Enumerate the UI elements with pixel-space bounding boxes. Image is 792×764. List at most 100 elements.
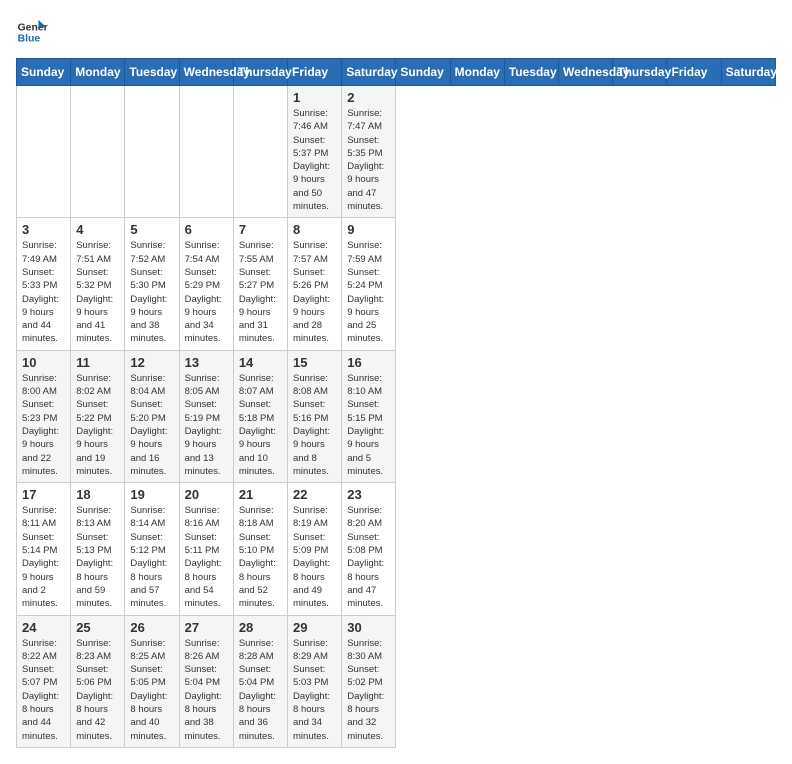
day-number: 25: [76, 620, 119, 635]
day-info: Sunrise: 8:26 AM Sunset: 5:04 PM Dayligh…: [185, 637, 228, 743]
day-number: 8: [293, 222, 336, 237]
day-number: 7: [239, 222, 282, 237]
calendar-week-3: 10Sunrise: 8:00 AM Sunset: 5:23 PM Dayli…: [17, 350, 776, 482]
calendar-cell: 28 Sunrise: 8:28 AM Sunset: 5:04 PM Dayli…: [233, 615, 287, 747]
day-info: Sunrise: 7:47 AM Sunset: 5:35 PM Dayligh…: [347, 107, 390, 213]
calendar-cell: 16 Sunrise: 8:10 AM Sunset: 5:15 PM Dayli…: [342, 350, 396, 482]
day-number: 29: [293, 620, 336, 635]
day-info: Sunrise: 7:49 AM Sunset: 5:33 PM Dayligh…: [22, 239, 65, 345]
day-number: 27: [185, 620, 228, 635]
day-info: Sunrise: 8:18 AM Sunset: 5:10 PM Dayligh…: [239, 504, 282, 610]
day-info: Sunrise: 8:16 AM Sunset: 5:11 PM Dayligh…: [185, 504, 228, 610]
calendar-table: SundayMondayTuesdayWednesdayThursdayFrid…: [16, 58, 776, 748]
day-info: Sunrise: 8:25 AM Sunset: 5:05 PM Dayligh…: [130, 637, 173, 743]
day-info: Sunrise: 7:52 AM Sunset: 5:30 PM Dayligh…: [130, 239, 173, 345]
day-number: 30: [347, 620, 390, 635]
day-number: 2: [347, 90, 390, 105]
calendar-week-1: 1 Sunrise: 7:46 AM Sunset: 5:37 PM Daylig…: [17, 86, 776, 218]
calendar-cell: 11Sunrise: 8:02 AM Sunset: 5:22 PM Dayli…: [71, 350, 125, 482]
calendar-header-row: SundayMondayTuesdayWednesdayThursdayFrid…: [17, 59, 776, 86]
calendar-cell: 18 Sunrise: 8:13 AM Sunset: 5:13 PM Dayli…: [71, 483, 125, 615]
header-tuesday: Tuesday: [125, 59, 179, 86]
calendar-cell: 9 Sunrise: 7:59 AM Sunset: 5:24 PM Daylig…: [342, 218, 396, 350]
day-info: Sunrise: 7:57 AM Sunset: 5:26 PM Dayligh…: [293, 239, 336, 345]
calendar-cell: 6 Sunrise: 7:54 AM Sunset: 5:29 PM Daylig…: [179, 218, 233, 350]
day-info: Sunrise: 7:59 AM Sunset: 5:24 PM Dayligh…: [347, 239, 390, 345]
header-monday: Monday: [71, 59, 125, 86]
day-number: 1: [293, 90, 336, 105]
day-info: Sunrise: 8:30 AM Sunset: 5:02 PM Dayligh…: [347, 637, 390, 743]
day-info: Sunrise: 7:46 AM Sunset: 5:37 PM Dayligh…: [293, 107, 336, 213]
day-info: Sunrise: 8:13 AM Sunset: 5:13 PM Dayligh…: [76, 504, 119, 610]
day-number: 3: [22, 222, 65, 237]
header-thursday: Thursday: [613, 59, 667, 86]
header-friday: Friday: [288, 59, 342, 86]
day-info: Sunrise: 8:08 AM Sunset: 5:16 PM Dayligh…: [293, 372, 336, 478]
day-info: Sunrise: 8:10 AM Sunset: 5:15 PM Dayligh…: [347, 372, 390, 478]
calendar-cell: 5 Sunrise: 7:52 AM Sunset: 5:30 PM Daylig…: [125, 218, 179, 350]
day-number: 19: [130, 487, 173, 502]
calendar-cell: 29 Sunrise: 8:29 AM Sunset: 5:03 PM Dayli…: [288, 615, 342, 747]
header-saturday: Saturday: [721, 59, 775, 86]
page-header: General Blue: [16, 16, 776, 48]
calendar-week-2: 3 Sunrise: 7:49 AM Sunset: 5:33 PM Daylig…: [17, 218, 776, 350]
day-number: 5: [130, 222, 173, 237]
calendar-cell: 1 Sunrise: 7:46 AM Sunset: 5:37 PM Daylig…: [288, 86, 342, 218]
calendar-cell: 3 Sunrise: 7:49 AM Sunset: 5:33 PM Daylig…: [17, 218, 71, 350]
day-info: Sunrise: 8:22 AM Sunset: 5:07 PM Dayligh…: [22, 637, 65, 743]
calendar-cell: 23Sunrise: 8:20 AM Sunset: 5:08 PM Dayli…: [342, 483, 396, 615]
calendar-cell: 17Sunrise: 8:11 AM Sunset: 5:14 PM Dayli…: [17, 483, 71, 615]
day-info: Sunrise: 8:23 AM Sunset: 5:06 PM Dayligh…: [76, 637, 119, 743]
logo-icon: General Blue: [16, 16, 48, 48]
calendar-cell: 12 Sunrise: 8:04 AM Sunset: 5:20 PM Dayli…: [125, 350, 179, 482]
header-monday: Monday: [450, 59, 504, 86]
calendar-cell: 22Sunrise: 8:19 AM Sunset: 5:09 PM Dayli…: [288, 483, 342, 615]
day-number: 9: [347, 222, 390, 237]
day-number: 15: [293, 355, 336, 370]
calendar-cell: 26 Sunrise: 8:25 AM Sunset: 5:05 PM Dayli…: [125, 615, 179, 747]
calendar-cell: 27 Sunrise: 8:26 AM Sunset: 5:04 PM Dayli…: [179, 615, 233, 747]
calendar-cell: [71, 86, 125, 218]
calendar-cell: [125, 86, 179, 218]
day-number: 11: [76, 355, 119, 370]
day-number: 26: [130, 620, 173, 635]
day-info: Sunrise: 8:05 AM Sunset: 5:19 PM Dayligh…: [185, 372, 228, 478]
day-number: 16: [347, 355, 390, 370]
header-sunday: Sunday: [396, 59, 450, 86]
calendar-cell: [17, 86, 71, 218]
calendar-cell: [179, 86, 233, 218]
calendar-cell: 30 Sunrise: 8:30 AM Sunset: 5:02 PM Dayli…: [342, 615, 396, 747]
day-number: 28: [239, 620, 282, 635]
calendar-cell: 21 Sunrise: 8:18 AM Sunset: 5:10 PM Dayli…: [233, 483, 287, 615]
calendar-cell: 7 Sunrise: 7:55 AM Sunset: 5:27 PM Daylig…: [233, 218, 287, 350]
day-number: 21: [239, 487, 282, 502]
day-info: Sunrise: 7:55 AM Sunset: 5:27 PM Dayligh…: [239, 239, 282, 345]
day-number: 13: [185, 355, 228, 370]
day-info: Sunrise: 8:29 AM Sunset: 5:03 PM Dayligh…: [293, 637, 336, 743]
day-info: Sunrise: 8:11 AM Sunset: 5:14 PM Dayligh…: [22, 504, 65, 610]
day-info: Sunrise: 8:28 AM Sunset: 5:04 PM Dayligh…: [239, 637, 282, 743]
day-number: 18: [76, 487, 119, 502]
day-info: Sunrise: 8:00 AM Sunset: 5:23 PM Dayligh…: [22, 372, 65, 478]
day-number: 4: [76, 222, 119, 237]
calendar-cell: 13 Sunrise: 8:05 AM Sunset: 5:19 PM Dayli…: [179, 350, 233, 482]
day-number: 12: [130, 355, 173, 370]
day-info: Sunrise: 7:54 AM Sunset: 5:29 PM Dayligh…: [185, 239, 228, 345]
header-wednesday: Wednesday: [179, 59, 233, 86]
day-number: 22: [293, 487, 336, 502]
header-thursday: Thursday: [233, 59, 287, 86]
day-number: 6: [185, 222, 228, 237]
day-number: 24: [22, 620, 65, 635]
day-info: Sunrise: 8:04 AM Sunset: 5:20 PM Dayligh…: [130, 372, 173, 478]
calendar-cell: 14Sunrise: 8:07 AM Sunset: 5:18 PM Dayli…: [233, 350, 287, 482]
header-wednesday: Wednesday: [559, 59, 613, 86]
logo: General Blue: [16, 16, 48, 48]
header-sunday: Sunday: [17, 59, 71, 86]
header-tuesday: Tuesday: [504, 59, 558, 86]
day-number: 20: [185, 487, 228, 502]
calendar-cell: 24 Sunrise: 8:22 AM Sunset: 5:07 PM Dayli…: [17, 615, 71, 747]
calendar-cell: 20 Sunrise: 8:16 AM Sunset: 5:11 PM Dayli…: [179, 483, 233, 615]
calendar-week-5: 24 Sunrise: 8:22 AM Sunset: 5:07 PM Dayli…: [17, 615, 776, 747]
header-saturday: Saturday: [342, 59, 396, 86]
day-number: 23: [347, 487, 390, 502]
